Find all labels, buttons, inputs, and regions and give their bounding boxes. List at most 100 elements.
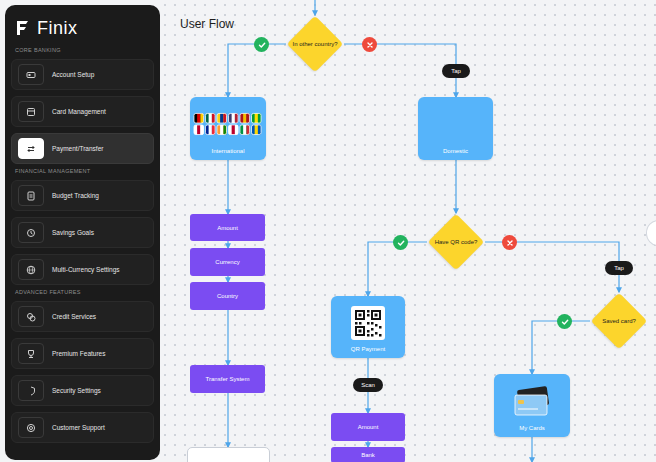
- sidebar: Finix CORE BANKING Account Setup Card Manag…: [5, 5, 160, 460]
- canvas-title: User Flow: [180, 17, 234, 32]
- decision-node[interactable]: In other country?: [286, 15, 344, 73]
- sidebar-item[interactable]: Security Settings: [11, 375, 154, 406]
- node-text: Transfer System: [206, 375, 250, 383]
- cross-icon: [366, 41, 374, 49]
- icon-box: [18, 380, 44, 401]
- icon-box: [18, 306, 44, 327]
- icon-box: [18, 417, 44, 438]
- sidebar-label: Multi-Currency Settings: [52, 265, 120, 274]
- sidebar-item[interactable]: Customer Support: [11, 412, 154, 443]
- sidebar-label: Payment/Transfer: [52, 144, 103, 153]
- sidebar-label: Customer Support: [52, 423, 105, 432]
- icon-box: [18, 138, 44, 159]
- no-badge: [502, 235, 517, 250]
- card-visual: [497, 378, 567, 424]
- sidebar-item[interactable]: Credit Services: [11, 301, 154, 332]
- node-text: Currency: [215, 258, 239, 266]
- node-text: Bank: [361, 451, 375, 459]
- card-visual: [421, 101, 490, 147]
- icon-box: [18, 185, 44, 206]
- node-text: Amount: [217, 224, 238, 232]
- node-text: International: [211, 147, 244, 155]
- sidebar-item[interactable]: Multi-Currency Settings: [11, 254, 154, 285]
- cards-icon: [512, 386, 552, 416]
- sidebar-list: Credit Services Premium Features Security …: [5, 301, 160, 443]
- panel-handle[interactable]: [646, 220, 656, 246]
- document-icon: [26, 191, 36, 201]
- step-node[interactable]: Country: [190, 282, 265, 310]
- flow-canvas[interactable]: User Flow In other country? International D…: [160, 0, 656, 462]
- card-visual: [334, 300, 402, 345]
- sidebar-item[interactable]: Premium Features: [11, 338, 154, 369]
- check-icon: [561, 318, 569, 326]
- section-title: FINANCIAL MANAGEMENT: [15, 167, 160, 175]
- step-node[interactable]: Amount: [190, 214, 265, 241]
- coins-icon: [26, 312, 36, 322]
- sidebar-label: Credit Services: [52, 312, 96, 321]
- sidebar-label: Savings Goals: [52, 228, 94, 237]
- step-node[interactable]: Bank: [331, 447, 405, 462]
- transfer-icon: [26, 144, 36, 154]
- sidebar-label: Card Management: [52, 107, 106, 116]
- node-text: QR Payment: [351, 345, 385, 353]
- flags-icon: [193, 112, 263, 136]
- sidebar-label: Account Setup: [52, 70, 94, 79]
- id-card-icon: [26, 70, 36, 80]
- sidebar-list: Account Setup Card Management Payment/Tran…: [5, 59, 160, 164]
- savings-icon: [26, 228, 36, 238]
- trophy-icon: [26, 349, 36, 359]
- no-badge: [362, 37, 377, 52]
- sidebar-label: Premium Features: [52, 349, 105, 358]
- logo-text: Finix: [37, 17, 78, 39]
- card-icon: [26, 107, 36, 117]
- step-node[interactable]: Currency: [190, 248, 265, 276]
- sidebar-label: Budget Tracking: [52, 191, 99, 200]
- step-node[interactable]: Amount: [331, 413, 405, 441]
- sidebar-item[interactable]: Card Management: [11, 96, 154, 127]
- check-icon: [258, 41, 266, 49]
- check-icon: [397, 239, 405, 247]
- icon-box: [18, 222, 44, 243]
- shield-icon: [26, 386, 36, 396]
- screen-node[interactable]: QR Payment: [331, 296, 405, 358]
- node-text: Scan: [361, 381, 375, 389]
- icon-box: [18, 259, 44, 280]
- globe-icon: [26, 265, 36, 275]
- section-title: ADVANCED FEATURES: [15, 288, 160, 296]
- node-text: Have QR code?: [435, 238, 478, 246]
- screen-node[interactable]: International: [190, 97, 266, 160]
- node-text: Tap: [451, 67, 461, 75]
- empty-node[interactable]: [187, 447, 270, 462]
- sidebar-item[interactable]: Account Setup: [11, 59, 154, 90]
- cross-icon: [506, 239, 514, 247]
- node-text: Domestic: [443, 147, 468, 155]
- logo[interactable]: Finix: [5, 17, 160, 43]
- card-visual: [193, 101, 263, 147]
- node-text: Country: [217, 292, 238, 300]
- action-label: Scan: [353, 378, 383, 392]
- sidebar-item[interactable]: Savings Goals: [11, 217, 154, 248]
- screen-node[interactable]: My Cards: [494, 374, 570, 437]
- sidebar-label: Security Settings: [52, 386, 101, 395]
- node-text: Tap: [614, 264, 624, 272]
- node-text: Amount: [358, 423, 379, 431]
- action-label: Tap: [605, 261, 633, 275]
- icon-box: [18, 64, 44, 85]
- decision-node[interactable]: Saved card?: [590, 292, 648, 350]
- logo-icon: [15, 20, 29, 36]
- action-label: Tap: [442, 64, 470, 78]
- yes-badge: [557, 314, 572, 329]
- node-text: In other country?: [292, 40, 337, 48]
- support-icon: [26, 423, 36, 433]
- step-node[interactable]: Transfer System: [190, 365, 265, 393]
- node-text: Saved card?: [602, 317, 636, 325]
- sidebar-list: Budget Tracking Savings Goals Multi-Curren…: [5, 180, 160, 285]
- decision-node[interactable]: Have QR code?: [427, 213, 485, 271]
- qr-code-icon: [351, 306, 385, 340]
- node-text: My Cards: [519, 424, 545, 432]
- section-title: CORE BANKING: [15, 46, 160, 54]
- screen-node[interactable]: Domestic: [418, 97, 493, 160]
- icon-box: [18, 101, 44, 122]
- sidebar-item[interactable]: Budget Tracking: [11, 180, 154, 211]
- sidebar-item[interactable]: Payment/Transfer: [11, 133, 154, 164]
